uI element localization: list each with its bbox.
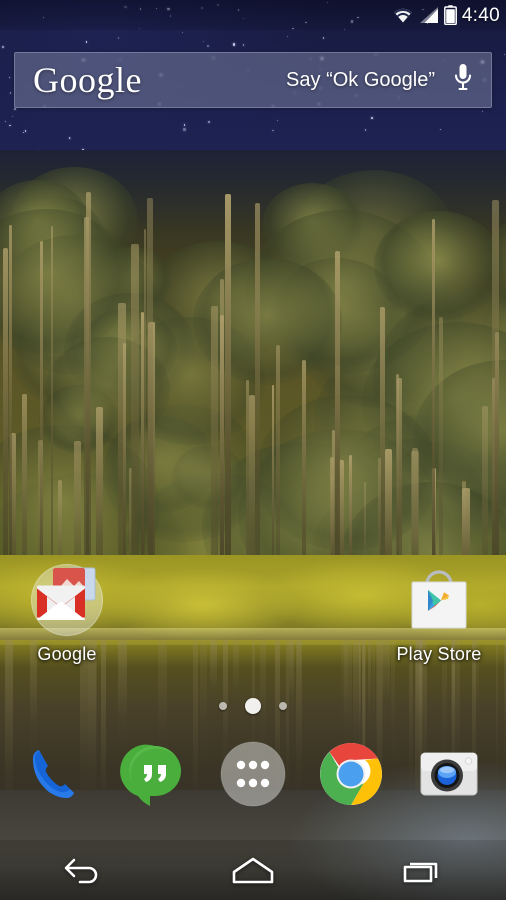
back-button[interactable] xyxy=(29,840,139,900)
app-label-google-folder: Google xyxy=(37,644,97,664)
search-hint-text: Say “Ok Google” xyxy=(286,68,435,91)
android-home-screen: 4:40 Google Say “Ok Google” Google Play … xyxy=(0,0,506,900)
app-label-play-store: Play Store xyxy=(396,644,482,664)
page-dot-3[interactable] xyxy=(279,702,287,710)
dock xyxy=(0,728,506,820)
app-icon-play-store[interactable]: Play Store xyxy=(384,562,494,665)
status-bar-clock: 4:40 xyxy=(461,4,500,26)
battery-icon xyxy=(443,5,457,25)
phone-icon xyxy=(33,750,74,798)
wifi-icon xyxy=(392,6,414,24)
home-icon xyxy=(232,857,274,884)
navigation-bar xyxy=(0,840,506,900)
page-indicator xyxy=(0,698,506,714)
microphone-icon[interactable] xyxy=(451,61,475,100)
home-button[interactable] xyxy=(198,840,308,900)
page-dot-1[interactable] xyxy=(219,702,227,710)
google-search-widget[interactable]: Google Say “Ok Google” xyxy=(14,52,492,108)
dock-item-chrome[interactable] xyxy=(315,738,387,810)
dock-item-phone[interactable] xyxy=(21,738,93,810)
chrome-icon xyxy=(320,743,382,805)
app-drawer-icon xyxy=(220,741,286,807)
dock-item-hangouts[interactable] xyxy=(119,738,191,810)
camera-icon xyxy=(420,752,478,796)
page-dot-2-active[interactable] xyxy=(245,698,261,714)
recent-apps-icon xyxy=(403,862,437,883)
play-store-icon[interactable] xyxy=(401,562,477,638)
app-icon-google-folder[interactable]: Google xyxy=(12,562,122,665)
wallpaper-forest xyxy=(0,150,506,653)
dock-item-camera[interactable] xyxy=(413,738,485,810)
back-arrow-icon xyxy=(65,858,98,884)
hangouts-icon xyxy=(120,744,181,806)
cellular-signal-icon xyxy=(419,6,439,24)
google-wordmark: Google xyxy=(33,60,142,100)
status-bar: 4:40 xyxy=(0,0,506,30)
google-folder-icon[interactable] xyxy=(29,562,105,638)
recents-button[interactable] xyxy=(367,840,477,900)
dock-item-app-drawer[interactable] xyxy=(217,738,289,810)
